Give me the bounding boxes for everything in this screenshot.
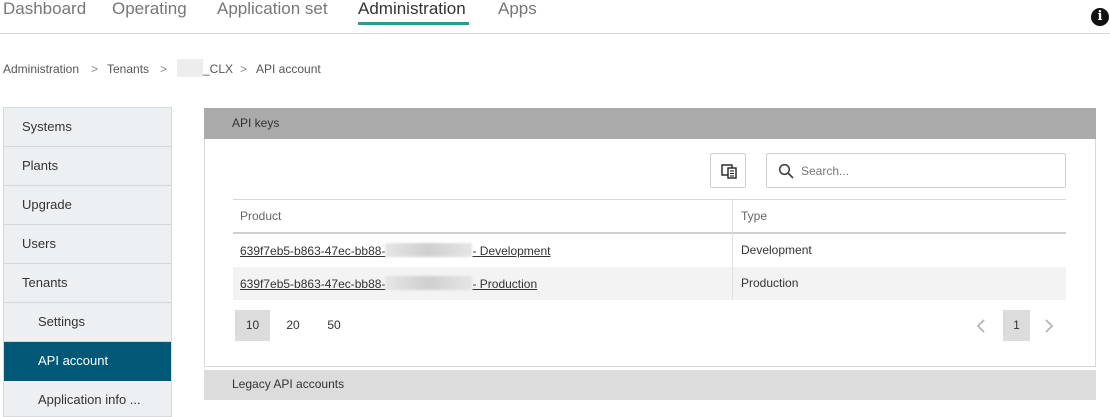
product-cell: 639f7eb5-b863-47ec-bb88- - Development bbox=[240, 243, 551, 258]
type-cell: Production bbox=[741, 276, 799, 290]
table-header: Product Type bbox=[233, 199, 1066, 234]
breadcrumb-separator: > bbox=[160, 62, 168, 76]
sidebar-item-plants[interactable]: Plants bbox=[4, 147, 171, 186]
product-link-development[interactable]: 639f7eb5-b863-47ec-bb88- - Development bbox=[240, 243, 551, 258]
breadcrumb-api-account: API account bbox=[256, 62, 321, 76]
product-id: 639f7eb5-b863-47ec-bb88- bbox=[240, 277, 386, 291]
sidebar-item-upgrade[interactable]: Upgrade bbox=[4, 186, 171, 225]
search-icon bbox=[778, 163, 794, 179]
breadcrumb-tenant[interactable]: _CLX bbox=[203, 62, 233, 76]
redacted-product-id bbox=[385, 276, 473, 290]
column-divider bbox=[732, 199, 733, 300]
legacy-api-accounts-header[interactable]: Legacy API accounts bbox=[204, 370, 1096, 400]
current-page-button[interactable]: 1 bbox=[1003, 310, 1030, 341]
column-header-type[interactable]: Type bbox=[741, 209, 767, 223]
next-page-icon[interactable] bbox=[1037, 312, 1061, 340]
breadcrumb-administration[interactable]: Administration bbox=[3, 62, 79, 76]
sidebar-item-settings[interactable]: Settings bbox=[4, 303, 171, 342]
sidebar-item-api-account[interactable]: API account bbox=[4, 342, 171, 381]
legacy-api-accounts-title: Legacy API accounts bbox=[232, 377, 345, 391]
product-id: 639f7eb5-b863-47ec-bb88- bbox=[240, 244, 386, 258]
info-icon[interactable]: i bbox=[1091, 8, 1109, 26]
top-navigation: Dashboard Operating Application set Admi… bbox=[0, 0, 1110, 34]
table-row[interactable]: 639f7eb5-b863-47ec-bb88- - Development De… bbox=[233, 234, 1066, 267]
product-suffix: - Production bbox=[472, 277, 538, 291]
redacted-tenant-name bbox=[177, 59, 203, 77]
product-link-production[interactable]: 639f7eb5-b863-47ec-bb88- - Production bbox=[240, 276, 538, 291]
export-icon bbox=[721, 164, 737, 179]
search-input[interactable] bbox=[801, 162, 1051, 180]
search-field[interactable] bbox=[766, 153, 1066, 188]
nav-tab-application-set[interactable]: Application set bbox=[217, 0, 328, 20]
api-keys-title: API keys bbox=[232, 116, 280, 130]
sidebar-item-application-info[interactable]: Application info ... bbox=[4, 381, 171, 417]
nav-tab-dashboard[interactable]: Dashboard bbox=[3, 0, 86, 20]
product-cell: 639f7eb5-b863-47ec-bb88- - Production bbox=[240, 276, 537, 291]
api-keys-header[interactable]: API keys bbox=[204, 108, 1096, 139]
type-cell: Development bbox=[741, 243, 812, 257]
nav-tab-administration[interactable]: Administration bbox=[358, 0, 469, 25]
page-size-50[interactable]: 50 bbox=[319, 310, 349, 341]
sidebar-item-systems[interactable]: Systems bbox=[4, 108, 171, 147]
table-row[interactable]: 639f7eb5-b863-47ec-bb88- - Production Pro… bbox=[233, 267, 1066, 300]
breadcrumb-tenants[interactable]: Tenants bbox=[107, 62, 149, 76]
breadcrumb-separator: > bbox=[91, 62, 99, 76]
sidebar-item-users[interactable]: Users bbox=[4, 225, 171, 264]
breadcrumb-separator: > bbox=[240, 62, 248, 76]
page-size-20[interactable]: 20 bbox=[278, 310, 308, 341]
sidebar-item-tenants[interactable]: Tenants bbox=[4, 264, 171, 303]
redacted-product-id bbox=[385, 243, 473, 257]
product-suffix: - Development bbox=[472, 244, 551, 258]
sidebar: Systems Plants Upgrade Users Tenants Set… bbox=[3, 107, 172, 417]
nav-tab-administration-label: Administration bbox=[358, 0, 466, 18]
column-header-product[interactable]: Product bbox=[240, 209, 281, 223]
active-tab-indicator bbox=[358, 22, 469, 25]
export-button[interactable] bbox=[710, 153, 746, 188]
previous-page-icon[interactable] bbox=[969, 312, 993, 340]
nav-tab-apps[interactable]: Apps bbox=[498, 0, 537, 20]
nav-tab-operating[interactable]: Operating bbox=[112, 0, 187, 20]
page-size-10[interactable]: 10 bbox=[235, 310, 270, 341]
